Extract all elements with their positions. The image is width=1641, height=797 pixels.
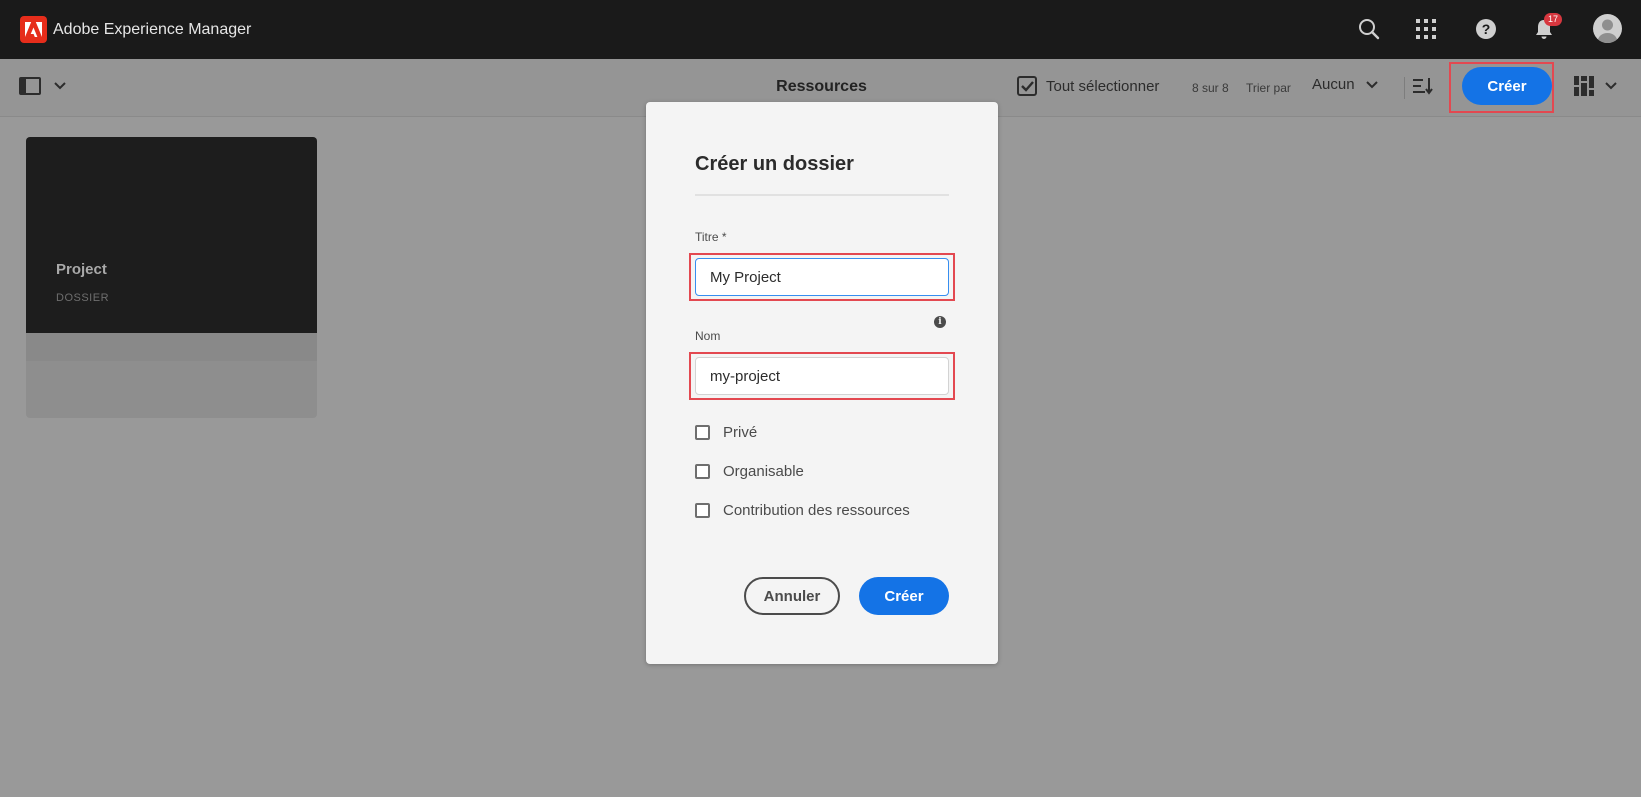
name-input[interactable] bbox=[695, 357, 949, 395]
chevron-down-icon bbox=[1605, 82, 1617, 90]
help-icon[interactable]: ? bbox=[1472, 15, 1500, 43]
select-all-button[interactable]: Tout sélectionner bbox=[1017, 76, 1159, 96]
app-name: Adobe Experience Manager bbox=[53, 20, 252, 38]
sort-value: Aucun bbox=[1312, 76, 1355, 93]
search-icon[interactable] bbox=[1355, 15, 1383, 43]
cancel-button[interactable]: Annuler bbox=[744, 577, 840, 615]
private-label: Privé bbox=[723, 424, 758, 441]
sort-select[interactable]: Aucun bbox=[1312, 76, 1379, 93]
title-field-label: Titre * bbox=[695, 230, 727, 244]
chevron-down-icon bbox=[1365, 80, 1378, 88]
orderable-label: Organisable bbox=[723, 463, 804, 480]
folder-card[interactable]: Project DOSSIER bbox=[26, 137, 317, 418]
apps-grid-icon[interactable] bbox=[1412, 15, 1440, 43]
chevron-down-icon bbox=[54, 82, 66, 90]
bell-icon[interactable]: 17 bbox=[1530, 13, 1563, 43]
card-title: Project bbox=[56, 261, 107, 278]
dialog-title: Créer un dossier bbox=[695, 153, 854, 175]
item-count: 8 sur 8 bbox=[1192, 81, 1229, 95]
name-field-label: Nom bbox=[695, 329, 721, 343]
notification-badge: 17 bbox=[1544, 13, 1563, 26]
adobe-logo-icon bbox=[20, 16, 47, 43]
orderable-checkbox[interactable] bbox=[695, 464, 710, 479]
asset-contribution-label: Contribution des ressources bbox=[723, 502, 910, 519]
private-checkbox[interactable] bbox=[695, 425, 710, 440]
create-folder-dialog: Créer un dossier Titre * i Nom Privé Org… bbox=[646, 102, 998, 664]
shell-header: Adobe Experience Manager ? 17 bbox=[0, 0, 1641, 59]
card-type: DOSSIER bbox=[56, 292, 110, 304]
rail-toggle-button[interactable] bbox=[19, 77, 67, 95]
checkbox-checked-icon bbox=[1017, 76, 1037, 96]
sort-label: Trier par bbox=[1246, 81, 1291, 95]
dialog-create-button[interactable]: Créer bbox=[859, 577, 949, 615]
select-all-label: Tout sélectionner bbox=[1046, 77, 1160, 95]
card-view-icon bbox=[1574, 76, 1594, 96]
divider bbox=[1404, 77, 1405, 99]
divider bbox=[695, 194, 949, 196]
card-thumbnail: Project DOSSIER bbox=[26, 137, 317, 333]
title-input[interactable] bbox=[695, 258, 949, 296]
page-title: Ressources bbox=[776, 78, 867, 95]
asset-contribution-checkbox[interactable] bbox=[695, 503, 710, 518]
private-checkbox-row[interactable]: Privé bbox=[695, 424, 757, 441]
brand[interactable]: Adobe Experience Manager bbox=[20, 16, 251, 43]
view-switcher[interactable] bbox=[1574, 76, 1618, 96]
avatar-icon[interactable] bbox=[1593, 14, 1622, 43]
info-icon[interactable]: i bbox=[934, 316, 946, 328]
orderable-checkbox-row[interactable]: Organisable bbox=[695, 463, 804, 480]
svg-text:?: ? bbox=[1482, 21, 1491, 37]
card-footer bbox=[26, 333, 317, 418]
sidebar-icon bbox=[19, 77, 41, 95]
asset-contribution-checkbox-row[interactable]: Contribution des ressources bbox=[695, 502, 910, 519]
sort-direction-icon[interactable] bbox=[1412, 76, 1434, 101]
create-button[interactable]: Créer bbox=[1462, 67, 1552, 105]
